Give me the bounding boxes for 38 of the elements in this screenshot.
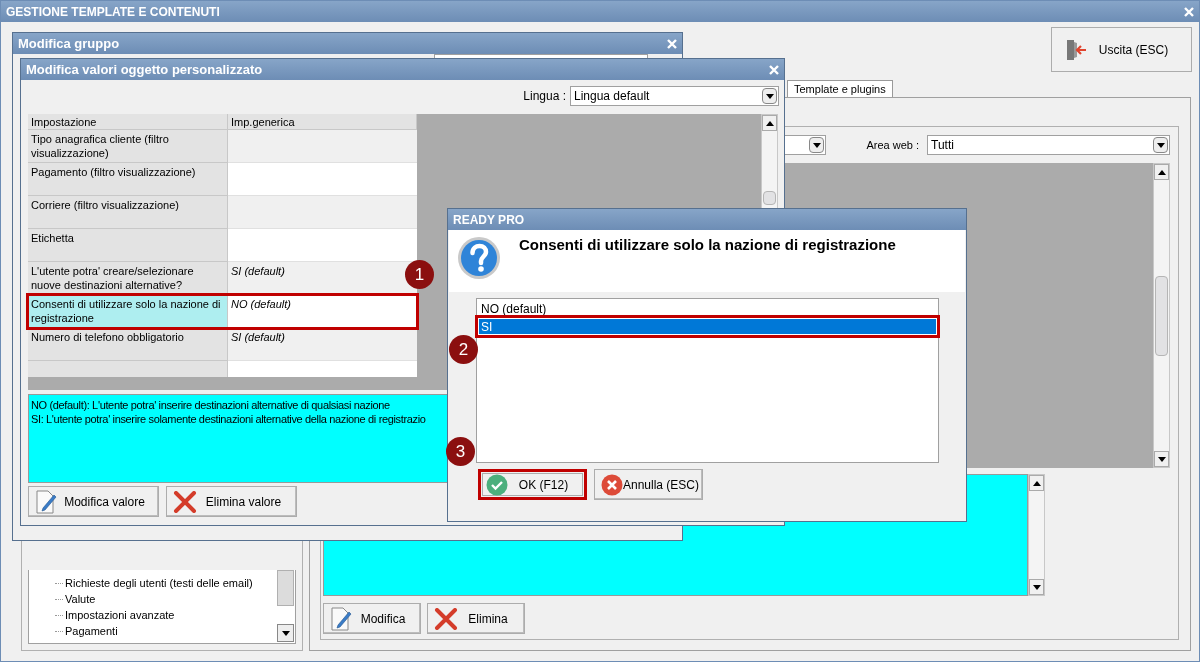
dropdown[interactable]: Tutti — [927, 135, 1170, 155]
table-cell[interactable]: SI (default) — [228, 262, 417, 295]
exit-button[interactable]: Uscita (ESC) — [1051, 27, 1192, 72]
table-cell[interactable]: NO (default) — [228, 295, 417, 328]
table-cell[interactable]: L'utente potra' creare/selezionare nuove destinazioni alternative? — [28, 262, 228, 295]
delete-button[interactable]: Elimina valore — [166, 486, 297, 517]
table-cell[interactable]: Tipo anagrafica cliente (filtro visualizzazione) — [28, 130, 228, 163]
tree-item[interactable]: Pagamenti — [65, 622, 118, 640]
description-text: NO (default): L'utente potra' inserire destinazioni alternative di qualsiasi nazione — [31, 398, 390, 412]
window-title: Modifica gruppo — [18, 34, 120, 53]
tree-list[interactable]: Richieste degli utenti (testi delle email) Valute Impostazioni avanzate Pagamenti — [28, 570, 296, 644]
table-cell[interactable]: Numero di telefono obbligatorio — [28, 328, 228, 361]
dropdown[interactable]: Lingua default — [570, 86, 779, 106]
column-header[interactable]: Imp.generica — [228, 114, 417, 130]
list-option[interactable]: NO (default) — [479, 301, 936, 316]
table-cell[interactable]: Pagamento (filtro visualizzazione) — [28, 163, 228, 196]
tree-item[interactable]: Impostazioni avanzate — [65, 606, 175, 624]
table-cell[interactable]: Corriere (filtro visualizzazione) — [28, 196, 228, 229]
edit-button[interactable]: Modifica valore — [28, 486, 159, 517]
tab[interactable]: Template e plugins — [787, 80, 893, 98]
table-cell[interactable]: Consenti di utilizzare solo la nazione di registrazione — [28, 295, 228, 328]
edit-button[interactable]: Modifica — [323, 603, 421, 634]
table-cell[interactable]: SI (default) — [228, 328, 417, 361]
cancel-button[interactable]: Annulla (ESC) — [594, 469, 703, 500]
filter-label: Area web : — [866, 137, 919, 153]
window-title: Modifica valori oggetto personalizzato — [26, 60, 263, 79]
tree-item[interactable]: Richieste degli utenti (testi delle email) — [65, 574, 253, 592]
ok-button[interactable]: OK (F12) — [478, 469, 587, 500]
column-header[interactable]: Impostazione — [28, 114, 228, 130]
window-title: GESTIONE TEMPLATE E CONTENUTI — [6, 3, 220, 21]
description-text: SI: L'utente potra' inserire solamente destinazioni alternative della nazione di registrazio — [31, 412, 426, 426]
options-list[interactable]: NO (default) SI — [476, 298, 939, 463]
tree-item[interactable]: Valute — [65, 590, 96, 608]
dialog-question: Consenti di utilizzare solo la nazione di registrazione — [519, 235, 896, 255]
table-cell[interactable]: Etichetta — [28, 229, 228, 262]
delete-button[interactable]: Elimina — [427, 603, 525, 634]
language-label: Lingua : — [523, 88, 566, 105]
window-title: READY PRO — [453, 211, 525, 229]
